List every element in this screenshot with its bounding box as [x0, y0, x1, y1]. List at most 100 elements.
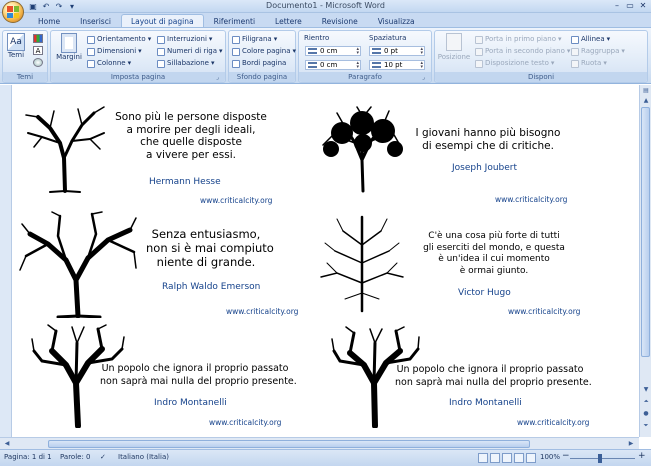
indent-left-icon [308, 48, 317, 54]
dimensioni-button[interactable]: Dimensioni ▾ [87, 46, 142, 57]
zoom-in-icon[interactable]: + [638, 451, 646, 461]
theme-colors-icon[interactable] [33, 34, 43, 43]
ruler-toggle-icon[interactable]: ▤ [641, 86, 651, 96]
page-count[interactable]: Pagina: 1 di 1 [4, 453, 52, 461]
temi-button[interactable]: Aa Temi [5, 33, 27, 59]
colore-pagina-button[interactable]: Colore pagina ▾ [232, 46, 296, 57]
orientation-icon [87, 35, 95, 44]
indent-right-icon [308, 62, 317, 68]
word-count[interactable]: Parole: 0 [60, 453, 91, 461]
language[interactable]: Italiano (Italia) [118, 453, 169, 461]
orientamento-button[interactable]: Orientamento ▾ [87, 34, 151, 45]
horizontal-scroll-thumb[interactable] [48, 440, 530, 448]
office-button[interactable] [2, 1, 24, 23]
browse-object-icon[interactable]: ● [641, 409, 651, 419]
numeri-di-riga-button[interactable]: Numeri di riga ▾ [157, 46, 223, 57]
scroll-left-icon[interactable]: ◀ [2, 439, 12, 449]
proofing-icon[interactable]: ✓ [100, 453, 106, 461]
rientro-sinistro-input[interactable]: 0 cm ▴ ▾ [305, 46, 361, 56]
raggruppa-button[interactable]: Raggruppa ▾ [571, 46, 625, 57]
columns-icon [87, 59, 95, 68]
group-temi: Aa Temi A Temi [2, 30, 48, 83]
allinea-button[interactable]: Allinea ▾ [571, 34, 610, 45]
page-color-icon [232, 47, 240, 56]
filigrana-button[interactable]: Filigrana ▾ [232, 34, 277, 45]
ruota-button[interactable]: Ruota ▾ [571, 58, 607, 69]
qat-menu-icon[interactable]: ▾ [67, 2, 77, 12]
rientro-destro-input[interactable]: 0 cm ▴ ▾ [305, 60, 361, 70]
maximize-icon[interactable]: ▭ [624, 0, 636, 11]
sillabazione-button[interactable]: Sillabazione ▾ [157, 58, 214, 69]
group-label-imposta-pagina: Imposta pagina [51, 72, 225, 82]
horizontal-scrollbar[interactable]: ◀ ▶ [0, 437, 639, 449]
spaziatura-dopo-input[interactable]: 10 pt ▴ ▾ [369, 60, 425, 70]
quote-url: www.criticalcity.org [200, 196, 273, 205]
previous-page-icon[interactable]: ⏶ [641, 397, 651, 407]
posizione-button[interactable]: Posizione [437, 33, 471, 61]
tab-inserisci[interactable]: Inserisci [70, 14, 121, 27]
web-layout-icon[interactable] [502, 453, 512, 463]
theme-fonts-icon[interactable]: A [33, 46, 43, 55]
quote-text: Un popolo che ignora il proprio passato … [395, 364, 592, 388]
document-page[interactable]: Sono più le persone disposte a morire pe… [12, 85, 639, 437]
interruzioni-button[interactable]: Interruzioni ▾ [157, 34, 212, 45]
watermark-icon [232, 35, 240, 44]
zoom-slider[interactable] [570, 458, 635, 459]
tab-revisione[interactable]: Revisione [312, 14, 368, 27]
margini-button[interactable]: Margini [55, 33, 83, 61]
minimize-icon[interactable]: – [611, 0, 623, 11]
vertical-scroll-thumb[interactable] [641, 107, 650, 357]
quote-text: Un popolo che ignora il proprio passato … [100, 363, 297, 387]
bring-front-icon [475, 35, 483, 44]
colonne-button[interactable]: Colonne ▾ [87, 58, 131, 69]
bordi-pagina-button[interactable]: Bordi pagina [232, 58, 286, 69]
vertical-scrollbar[interactable]: ▤ ▲ ▼ ⏶ ● ⏷ [639, 85, 651, 437]
redo-icon[interactable]: ↷ [54, 2, 64, 12]
text-wrap-icon [475, 59, 483, 68]
tree-image[interactable] [317, 105, 407, 193]
quote-url: www.criticalcity.org [517, 418, 590, 427]
tree-image[interactable] [20, 103, 110, 193]
tree-image[interactable] [317, 213, 407, 313]
position-icon [446, 33, 462, 51]
margins-icon [61, 33, 77, 53]
tab-riferimenti[interactable]: Riferimenti [204, 14, 265, 27]
tab-home[interactable]: Home [28, 14, 70, 27]
quote-author: Hermann Hesse [149, 177, 221, 187]
full-screen-reading-icon[interactable] [490, 453, 500, 463]
rotate-icon [571, 59, 579, 68]
zoom-slider-thumb[interactable] [598, 454, 602, 463]
spaziatura-prima-input[interactable]: 0 pt ▴ ▾ [369, 46, 425, 56]
draft-view-icon[interactable] [526, 453, 536, 463]
group-label-disponi: Disponi [435, 72, 647, 82]
theme-effects-icon[interactable] [33, 58, 43, 67]
tab-visualizza[interactable]: Visualizza [368, 14, 425, 27]
close-icon[interactable]: ✕ [637, 0, 649, 11]
window-controls: – ▭ ✕ [611, 0, 649, 11]
quote-author: Joseph Joubert [452, 163, 518, 173]
group-label-temi: Temi [3, 72, 47, 82]
zoom-out-icon[interactable]: − [562, 451, 570, 461]
undo-icon[interactable]: ↶ [41, 2, 51, 12]
porta-secondo-piano-button[interactable]: Porta in secondo piano ▾ [475, 46, 570, 57]
page-borders-icon [232, 59, 240, 68]
tree-image[interactable] [18, 210, 138, 318]
tab-lettere[interactable]: Lettere [265, 14, 312, 27]
scroll-up-icon[interactable]: ▲ [641, 96, 651, 106]
tab-layout-di-pagina[interactable]: Layout di pagina [120, 14, 204, 27]
quote-text: Senza entusiasmo, non si è mai compiuto … [146, 227, 274, 269]
dialog-launcher-icon[interactable]: ⌟ [216, 74, 223, 81]
quick-access-toolbar: ▣ ↶ ↷ ▾ [28, 1, 77, 12]
porta-primo-piano-button[interactable]: Porta in primo piano ▾ [475, 34, 562, 45]
outline-view-icon[interactable] [514, 453, 524, 463]
dialog-launcher-icon[interactable]: ⌟ [422, 74, 429, 81]
save-icon[interactable]: ▣ [28, 2, 38, 12]
disposizione-testo-button[interactable]: Disposizione testo ▾ [475, 58, 554, 69]
scroll-right-icon[interactable]: ▶ [626, 439, 636, 449]
quote-author: Victor Hugo [458, 288, 511, 298]
status-bar: Pagina: 1 di 1 Parole: 0 ✓ Italiano (Ita… [0, 449, 651, 466]
print-layout-icon[interactable] [478, 453, 488, 463]
zoom-level[interactable]: 100% [540, 453, 560, 461]
scroll-down-icon[interactable]: ▼ [641, 385, 651, 395]
next-page-icon[interactable]: ⏷ [641, 421, 651, 431]
